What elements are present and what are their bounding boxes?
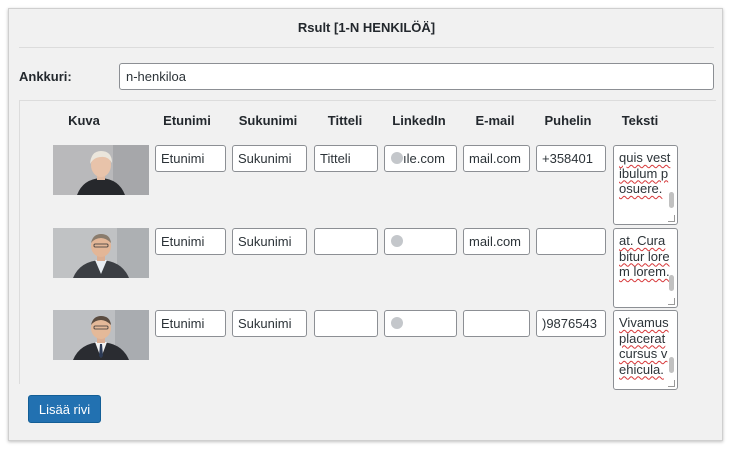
text-area[interactable]: at. Curabitur lorem lorem.: [613, 228, 678, 308]
anchor-label: Ankkuri:: [19, 69, 72, 84]
column-header-etunimi: Etunimi: [163, 113, 211, 128]
linkedin-input[interactable]: [384, 310, 457, 337]
title-input[interactable]: [314, 310, 378, 337]
person-photo[interactable]: [53, 310, 149, 360]
person-photo-image: [53, 145, 149, 195]
scrollbar[interactable]: [669, 192, 674, 208]
title-input[interactable]: [314, 228, 378, 255]
globe-icon: [391, 152, 403, 164]
person-photo-image: [53, 310, 149, 360]
text-area[interactable]: Vivamus placerat cursus vehicula.: [613, 310, 678, 390]
resize-handle-icon[interactable]: [668, 298, 675, 305]
text-area-value: Vivamus placerat cursus vehicula.: [619, 315, 669, 377]
email-input[interactable]: mail.com: [463, 145, 530, 172]
phone-input[interactable]: +358401: [536, 145, 606, 172]
text-area-value: at. Curabitur lorem lorem.: [619, 233, 670, 279]
text-area-value: quis vestibulum posuere.: [619, 150, 671, 196]
globe-icon: [391, 235, 403, 247]
repeater-panel: Rsult [1-N HENKILÖÄ] Ankkuri: Kuva Etuni…: [8, 8, 723, 441]
linkedin-value: ıle.com: [403, 151, 445, 166]
scrollbar[interactable]: [669, 357, 674, 373]
last-name-input[interactable]: Sukunimi: [232, 145, 307, 172]
phone-input[interactable]: )9876543: [536, 310, 606, 337]
resize-handle-icon[interactable]: [668, 380, 675, 387]
column-header-puhelin: Puhelin: [544, 113, 592, 128]
person-photo-image: [53, 228, 149, 278]
globe-icon: [391, 317, 403, 329]
column-header-email: E-mail: [475, 113, 515, 128]
email-input[interactable]: [463, 310, 530, 337]
people-table: Kuva Etunimi Sukunimi Titteli LinkedIn E…: [19, 100, 717, 390]
person-photo[interactable]: [53, 145, 149, 195]
column-header-sukunimi: Sukunimi: [238, 113, 298, 128]
resize-handle-icon[interactable]: [668, 215, 675, 222]
first-name-input[interactable]: Etunimi: [155, 145, 226, 172]
person-photo[interactable]: [53, 228, 149, 278]
table-row: Etunimi Sukunimi )9876543 Vivamus placer…: [20, 310, 717, 392]
first-name-input[interactable]: Etunimi: [155, 228, 226, 255]
scrollbar[interactable]: [669, 275, 674, 291]
text-area[interactable]: quis vestibulum posuere.: [613, 145, 678, 225]
column-header-linkedin: LinkedIn: [392, 113, 446, 128]
last-name-input[interactable]: Sukunimi: [232, 228, 307, 255]
phone-input[interactable]: [536, 228, 606, 255]
column-header-teksti: Teksti: [621, 113, 659, 128]
add-row-button[interactable]: Lisää rivi: [28, 395, 101, 423]
column-header-kuva: Kuva: [68, 113, 100, 128]
column-header-titteli: Titteli: [327, 113, 363, 128]
linkedin-input[interactable]: [384, 228, 457, 255]
last-name-input[interactable]: Sukunimi: [232, 310, 307, 337]
panel-title: Rsult [1-N HENKILÖÄ]: [19, 9, 714, 48]
title-input[interactable]: Titteli: [314, 145, 378, 172]
first-name-input[interactable]: Etunimi: [155, 310, 226, 337]
anchor-input[interactable]: [119, 63, 714, 90]
linkedin-input[interactable]: ıle.com: [384, 145, 457, 172]
email-input[interactable]: mail.com: [463, 228, 530, 255]
table-row: Etunimi Sukunimi mail.com at. Curabitur …: [20, 228, 717, 310]
table-row: Etunimi Sukunimi Titteli ıle.com mail.co…: [20, 145, 717, 227]
